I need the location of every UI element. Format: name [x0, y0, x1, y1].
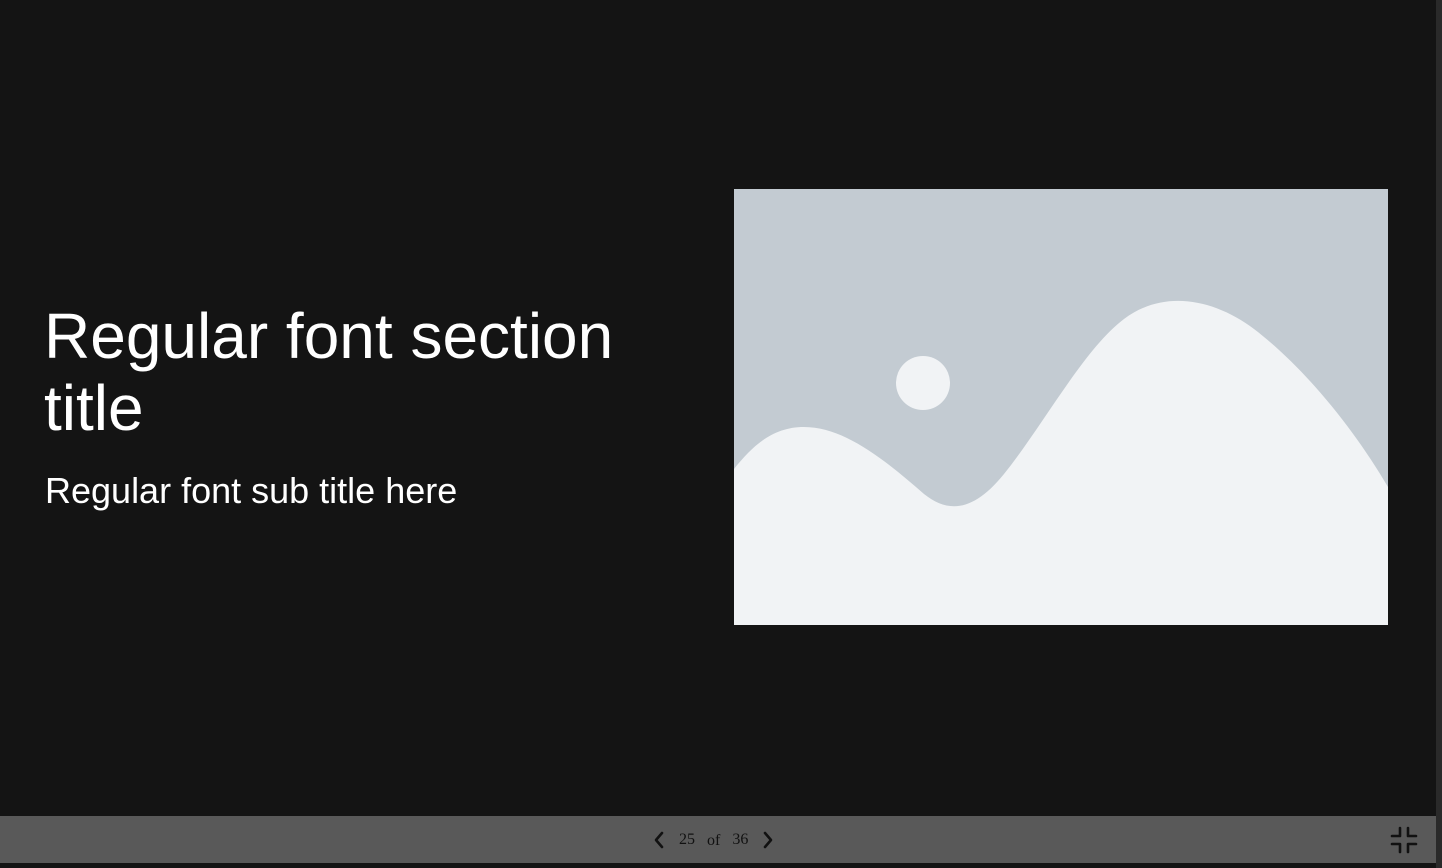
- pager: 25 of 36: [645, 816, 782, 863]
- chevron-left-icon: [654, 831, 664, 848]
- exit-fullscreen-button[interactable]: [1388, 824, 1420, 856]
- slide: Regular font section title Regular font …: [0, 0, 1436, 816]
- next-slide-button[interactable]: [754, 816, 782, 863]
- page-of-label: of: [707, 831, 721, 849]
- viewer-edge: [1436, 0, 1442, 868]
- slide-subtitle: Regular font sub title here: [45, 470, 458, 511]
- image-placeholder: [734, 189, 1388, 625]
- exit-fullscreen-icon: [1390, 826, 1418, 854]
- previous-slide-button[interactable]: [645, 816, 673, 863]
- slide-title: Regular font section title: [44, 300, 614, 444]
- presentation-viewer: Regular font section title Regular font …: [0, 0, 1442, 868]
- slide-controls: 25 of 36: [0, 816, 1436, 863]
- current-page-number: 25: [679, 830, 695, 848]
- total-page-count: 36: [732, 830, 749, 848]
- image-placeholder-icon: [734, 189, 1388, 625]
- chevron-right-icon: [764, 831, 773, 848]
